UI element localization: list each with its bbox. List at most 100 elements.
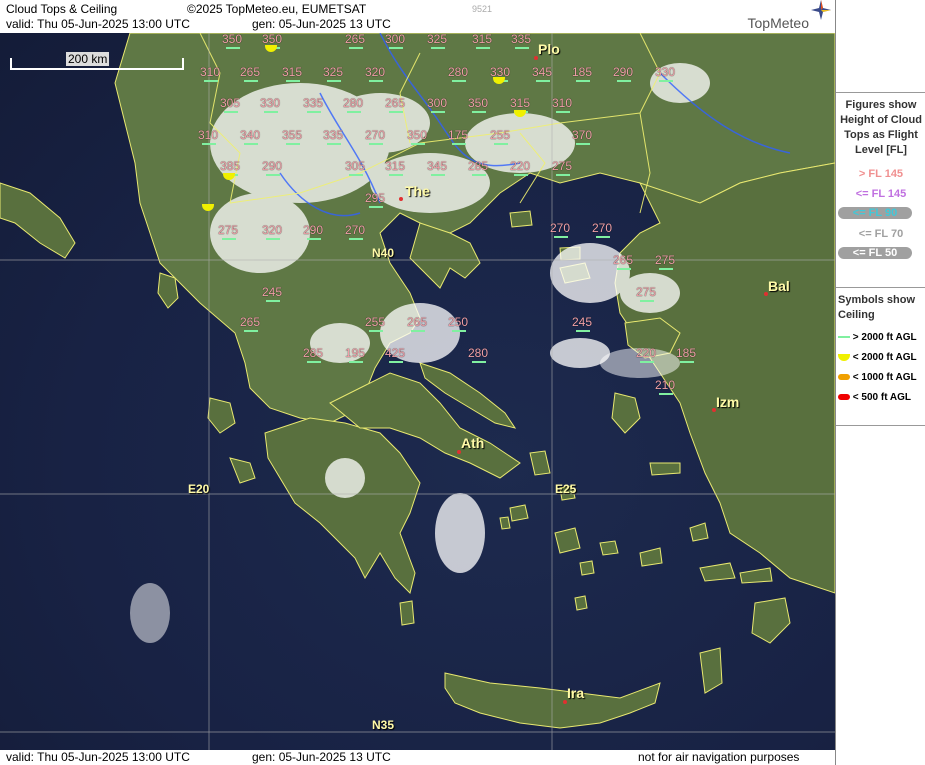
ceiling-green-line-icon bbox=[617, 268, 631, 270]
cloud-top-label: 330 bbox=[260, 96, 281, 110]
cloud-top-label: 325 bbox=[323, 65, 344, 79]
ceiling-green-line-icon bbox=[226, 47, 240, 49]
cloud-top-label: 315 bbox=[472, 33, 493, 46]
satellite-map[interactable]: 200 km N40 E20 E25 N35 Plo The Bal Izm A… bbox=[0, 33, 835, 750]
cloud-top-label: 280 bbox=[448, 65, 469, 79]
cloud-top-label: 320 bbox=[262, 223, 283, 237]
legend-fl-high: > FL 145 bbox=[858, 168, 904, 180]
city-label-the: The bbox=[405, 183, 430, 199]
ceiling-green-line-icon bbox=[327, 143, 341, 145]
ceiling-green-line-icon bbox=[224, 111, 238, 113]
legend-panel: Figures show Height of Cloud Tops as Fli… bbox=[835, 0, 925, 765]
footer-valid-time: valid: Thu 05-Jun-2025 13:00 UTC bbox=[6, 750, 190, 764]
cloud-top-label: 265 bbox=[385, 96, 406, 110]
cloud-top-label: 265 bbox=[407, 315, 428, 329]
cloud-top-label: 275 bbox=[636, 285, 657, 299]
legend-fl-145: <= FL 145 bbox=[855, 188, 907, 200]
cloud-top-label: 275 bbox=[218, 223, 239, 237]
city-label-bal: Bal bbox=[768, 278, 790, 294]
cloud-top-label: 340 bbox=[240, 128, 261, 142]
cloud-top-label: 255 bbox=[490, 128, 511, 142]
ceiling-green-line-icon bbox=[452, 80, 466, 82]
legend-divider bbox=[836, 92, 925, 93]
cloud-top-label: 315 bbox=[510, 96, 531, 110]
cloud-top-label: 335 bbox=[511, 33, 532, 46]
cloud-top-label: 350 bbox=[222, 33, 243, 46]
cloud-top-label: 265 bbox=[613, 253, 634, 267]
ceiling-green-line-icon bbox=[680, 361, 694, 363]
legend-ceiling-below-1000: < 1000 ft AGL bbox=[838, 372, 924, 383]
ceiling-green-line-icon bbox=[476, 47, 490, 49]
ceiling-green-line-icon bbox=[576, 143, 590, 145]
cloud-top-label: 315 bbox=[385, 159, 406, 173]
ceiling-green-line-icon bbox=[617, 80, 631, 82]
cloud-top-label: 270 bbox=[345, 223, 366, 237]
grid-label-e25: E25 bbox=[555, 482, 577, 496]
ceiling-green-line-icon bbox=[472, 111, 486, 113]
ceiling-green-line-icon bbox=[266, 174, 280, 176]
cloud-top-label: 335 bbox=[303, 96, 324, 110]
cloud-top-label: 265 bbox=[240, 315, 261, 329]
cloud-top-label: 195 bbox=[345, 346, 366, 360]
ceiling-green-line-icon bbox=[659, 80, 673, 82]
cloud-top-label: 345 bbox=[532, 65, 553, 79]
cloud-top-label: 185 bbox=[676, 346, 697, 360]
cloud-top-label: 335 bbox=[323, 128, 344, 142]
ceiling-green-line-icon bbox=[472, 361, 486, 363]
ceiling-green-line-icon bbox=[389, 174, 403, 176]
cloud-top-label: 300 bbox=[427, 96, 448, 110]
cloud-top-label: 280 bbox=[343, 96, 364, 110]
ceiling-green-line-icon bbox=[307, 361, 321, 363]
cloud-top-label: 245 bbox=[262, 285, 283, 299]
red-bar-icon bbox=[838, 394, 850, 401]
cloud-top-label: 370 bbox=[572, 128, 593, 142]
ceiling-green-line-icon bbox=[431, 111, 445, 113]
city-label-plo: Plo bbox=[538, 41, 560, 57]
cloud-top-label: 425 bbox=[385, 346, 406, 360]
ceiling-green-line-icon bbox=[576, 80, 590, 82]
legend-figures-title: Figures show Height of Cloud Tops as Fli… bbox=[840, 99, 922, 156]
cloud-top-label: 285 bbox=[303, 346, 324, 360]
legend-divider bbox=[836, 425, 925, 426]
ceiling-green-line-icon bbox=[452, 143, 466, 145]
cloud-top-label: 310 bbox=[198, 128, 219, 142]
ceiling-green-line-icon bbox=[286, 80, 300, 82]
cloud-top-label: 310 bbox=[552, 96, 573, 110]
cloud-top-label: 350 bbox=[468, 96, 489, 110]
cloud-top-label: 250 bbox=[448, 315, 469, 329]
cloud-top-label: 300 bbox=[385, 33, 406, 46]
grid-label-n35: N35 bbox=[372, 718, 395, 732]
topmeteo-logo: TopMeteo bbox=[747, 15, 809, 31]
ceiling-green-line-icon bbox=[389, 47, 403, 49]
ceiling-green-line-icon bbox=[204, 80, 218, 82]
ceiling-green-line-icon bbox=[369, 143, 383, 145]
cloud-top-label: 280 bbox=[468, 346, 489, 360]
cloud-top-label: 270 bbox=[592, 221, 613, 235]
ceiling-green-line-icon bbox=[349, 47, 363, 49]
ceiling-green-line-icon bbox=[369, 80, 383, 82]
cloud-top-label: 255 bbox=[365, 315, 386, 329]
legend-ceiling-below-2000: < 2000 ft AGL bbox=[838, 352, 924, 363]
ceiling-green-line-icon bbox=[327, 80, 341, 82]
cloud-top-label: 175 bbox=[448, 128, 469, 142]
generated-time: gen: 05-Jun-2025 13 UTC bbox=[252, 17, 391, 31]
cloud-top-label: 385 bbox=[220, 159, 241, 173]
ceiling-green-line-icon bbox=[222, 238, 236, 240]
ceiling-green-line-icon bbox=[244, 80, 258, 82]
ceiling-green-line-icon bbox=[369, 206, 383, 208]
ceiling-green-line-icon bbox=[431, 47, 445, 49]
ceiling-green-line-icon bbox=[349, 174, 363, 176]
ceiling-green-line-icon bbox=[514, 174, 528, 176]
compass-star-icon bbox=[811, 0, 831, 20]
ceiling-green-line-icon bbox=[264, 111, 278, 113]
legend-divider bbox=[836, 287, 925, 288]
legend-fl-70: <= FL 70 bbox=[858, 228, 904, 240]
ceiling-green-line-icon bbox=[307, 111, 321, 113]
ceiling-green-line-icon bbox=[576, 330, 590, 332]
scale-label: 200 km bbox=[66, 52, 110, 66]
ceiling-green-line-icon bbox=[556, 111, 570, 113]
cloud-top-label: 270 bbox=[550, 221, 571, 235]
green-line-icon bbox=[838, 336, 850, 339]
city-dot bbox=[399, 197, 403, 201]
ceiling-green-line-icon bbox=[640, 300, 654, 302]
